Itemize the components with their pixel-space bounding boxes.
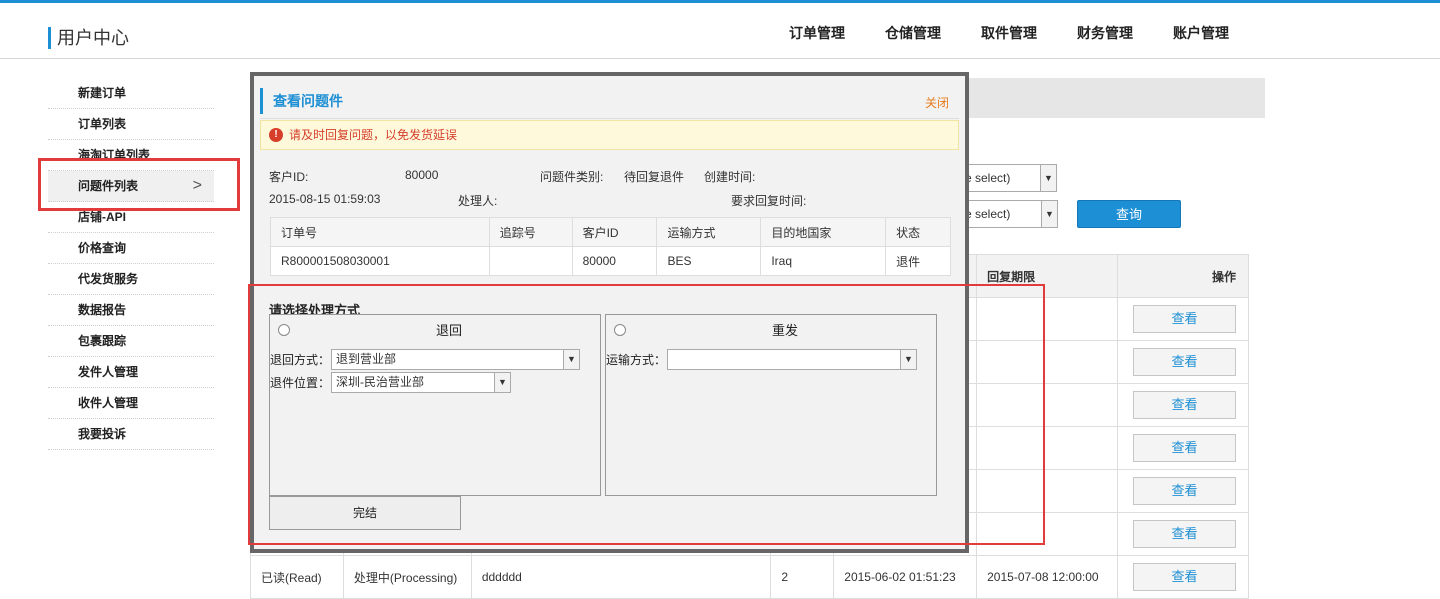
cell-customer-id: 80000 bbox=[571, 246, 658, 276]
sidebar-item-dropship[interactable]: 代发货服务 bbox=[48, 264, 214, 295]
nav-warehouse-management[interactable]: 仓储管理 bbox=[885, 23, 941, 43]
view-button[interactable]: 查看 bbox=[1132, 434, 1236, 462]
column-customer-id: 客户ID bbox=[571, 217, 658, 247]
filter-select-2-value: e select) bbox=[965, 207, 1011, 221]
view-button[interactable]: 查看 bbox=[1132, 477, 1236, 505]
column-tracking-no: 追踪号 bbox=[488, 217, 573, 247]
issue-type-value: 待回复退件 bbox=[624, 170, 685, 184]
sidebar-item-data-report[interactable]: 数据报告 bbox=[48, 295, 214, 326]
sidebar-item-tracking[interactable]: 包裹跟踪 bbox=[48, 326, 214, 357]
handler-label: 处理人: bbox=[458, 194, 498, 208]
view-button[interactable]: 查看 bbox=[1132, 305, 1236, 333]
cell-read-status: 已读(Read) bbox=[250, 555, 344, 599]
customer-id-label: 客户ID: bbox=[269, 170, 309, 184]
modal-title: 查看问题件 bbox=[260, 88, 343, 114]
cell-status: 退件 bbox=[885, 246, 951, 276]
filter-select-1-value: e select) bbox=[965, 171, 1011, 185]
cell-process-status: 处理中(Processing) bbox=[342, 555, 472, 599]
column-shipping-method: 运输方式 bbox=[656, 217, 762, 247]
column-destination: 目的地国家 bbox=[760, 217, 887, 247]
header: 用户中心 订单管理 仓储管理 取件管理 财务管理 账户管理 bbox=[0, 3, 1440, 59]
sidebar-item-new-order[interactable]: 新建订单 bbox=[48, 78, 214, 109]
divider bbox=[260, 118, 959, 119]
cell-order-no: R800001508030001 bbox=[270, 246, 490, 276]
warning-icon: ! bbox=[269, 128, 283, 142]
sidebar-item-complaint[interactable]: 我要投诉 bbox=[48, 419, 214, 450]
cell-shipping-method: BES bbox=[656, 246, 762, 276]
created-time-value: 2015-08-15 01:59:03 bbox=[269, 192, 381, 206]
filter-select-1[interactable]: e select) ▼ bbox=[960, 164, 1057, 192]
column-actions: 操作 bbox=[1116, 254, 1250, 298]
view-button[interactable]: 查看 bbox=[1132, 563, 1236, 591]
customer-id-value: 80000 bbox=[405, 168, 439, 182]
dropdown-arrow-icon: ▼ bbox=[1041, 201, 1057, 227]
required-reply-label: 要求回复时间: bbox=[731, 194, 807, 208]
filter-select-2[interactable]: e select) ▼ bbox=[960, 200, 1058, 228]
nav-finance-management[interactable]: 财务管理 bbox=[1077, 23, 1133, 43]
cell-destination: Iraq bbox=[760, 246, 887, 276]
created-time-label: 创建时间: bbox=[704, 170, 756, 184]
cell-created-time: 2015-06-02 01:51:23 bbox=[833, 555, 978, 599]
query-button[interactable]: 查询 bbox=[1077, 200, 1181, 228]
nav-order-management[interactable]: 订单管理 bbox=[789, 23, 845, 43]
issue-type-label: 问题件类别: bbox=[540, 170, 604, 184]
warning-banner: ! 请及时回复问题，以免发货延误 bbox=[260, 120, 959, 150]
table-header-row: 订单号 追踪号 客户ID 运输方式 目的地国家 状态 bbox=[270, 217, 951, 247]
sidebar-item-recipient-management[interactable]: 收件人管理 bbox=[48, 388, 214, 419]
table-row: 已读(Read) 处理中(Processing) dddddd 2 2015-0… bbox=[250, 555, 1250, 599]
brand-title: 用户中心 bbox=[48, 27, 129, 49]
highlight-box-sidebar bbox=[38, 158, 240, 211]
cell-count: 2 bbox=[770, 555, 835, 599]
cell-tracking-no bbox=[488, 246, 573, 276]
content-header-bar bbox=[966, 78, 1265, 118]
sidebar-item-price-query[interactable]: 价格查询 bbox=[48, 233, 214, 264]
sidebar-item-sender-management[interactable]: 发件人管理 bbox=[48, 357, 214, 388]
cell-reply-deadline: 2015-07-08 12:00:00 bbox=[976, 555, 1118, 599]
table-row: R800001508030001 80000 BES Iraq 退件 bbox=[270, 246, 951, 276]
view-button[interactable]: 查看 bbox=[1132, 348, 1236, 376]
nav-pickup-management[interactable]: 取件管理 bbox=[981, 23, 1037, 43]
sidebar-item-order-list[interactable]: 订单列表 bbox=[48, 109, 214, 140]
view-button[interactable]: 查看 bbox=[1132, 391, 1236, 419]
column-status: 状态 bbox=[885, 217, 951, 247]
cell-content: dddddd bbox=[470, 555, 772, 599]
sidebar: 新建订单 订单列表 海淘订单列表 问题件列表 > 店铺-API 价格查询 代发货… bbox=[48, 78, 214, 450]
view-button[interactable]: 查看 bbox=[1132, 520, 1236, 548]
column-order-no: 订单号 bbox=[270, 217, 490, 247]
dropdown-arrow-icon: ▼ bbox=[1040, 165, 1056, 191]
highlight-box-handling bbox=[248, 284, 1045, 545]
nav-account-management[interactable]: 账户管理 bbox=[1173, 23, 1229, 43]
order-info-table: 订单号 追踪号 客户ID 运输方式 目的地国家 状态 R800001508030… bbox=[270, 217, 951, 276]
modal-close-link[interactable]: 关闭 bbox=[925, 94, 949, 111]
warning-text: 请及时回复问题，以免发货延误 bbox=[289, 128, 458, 142]
